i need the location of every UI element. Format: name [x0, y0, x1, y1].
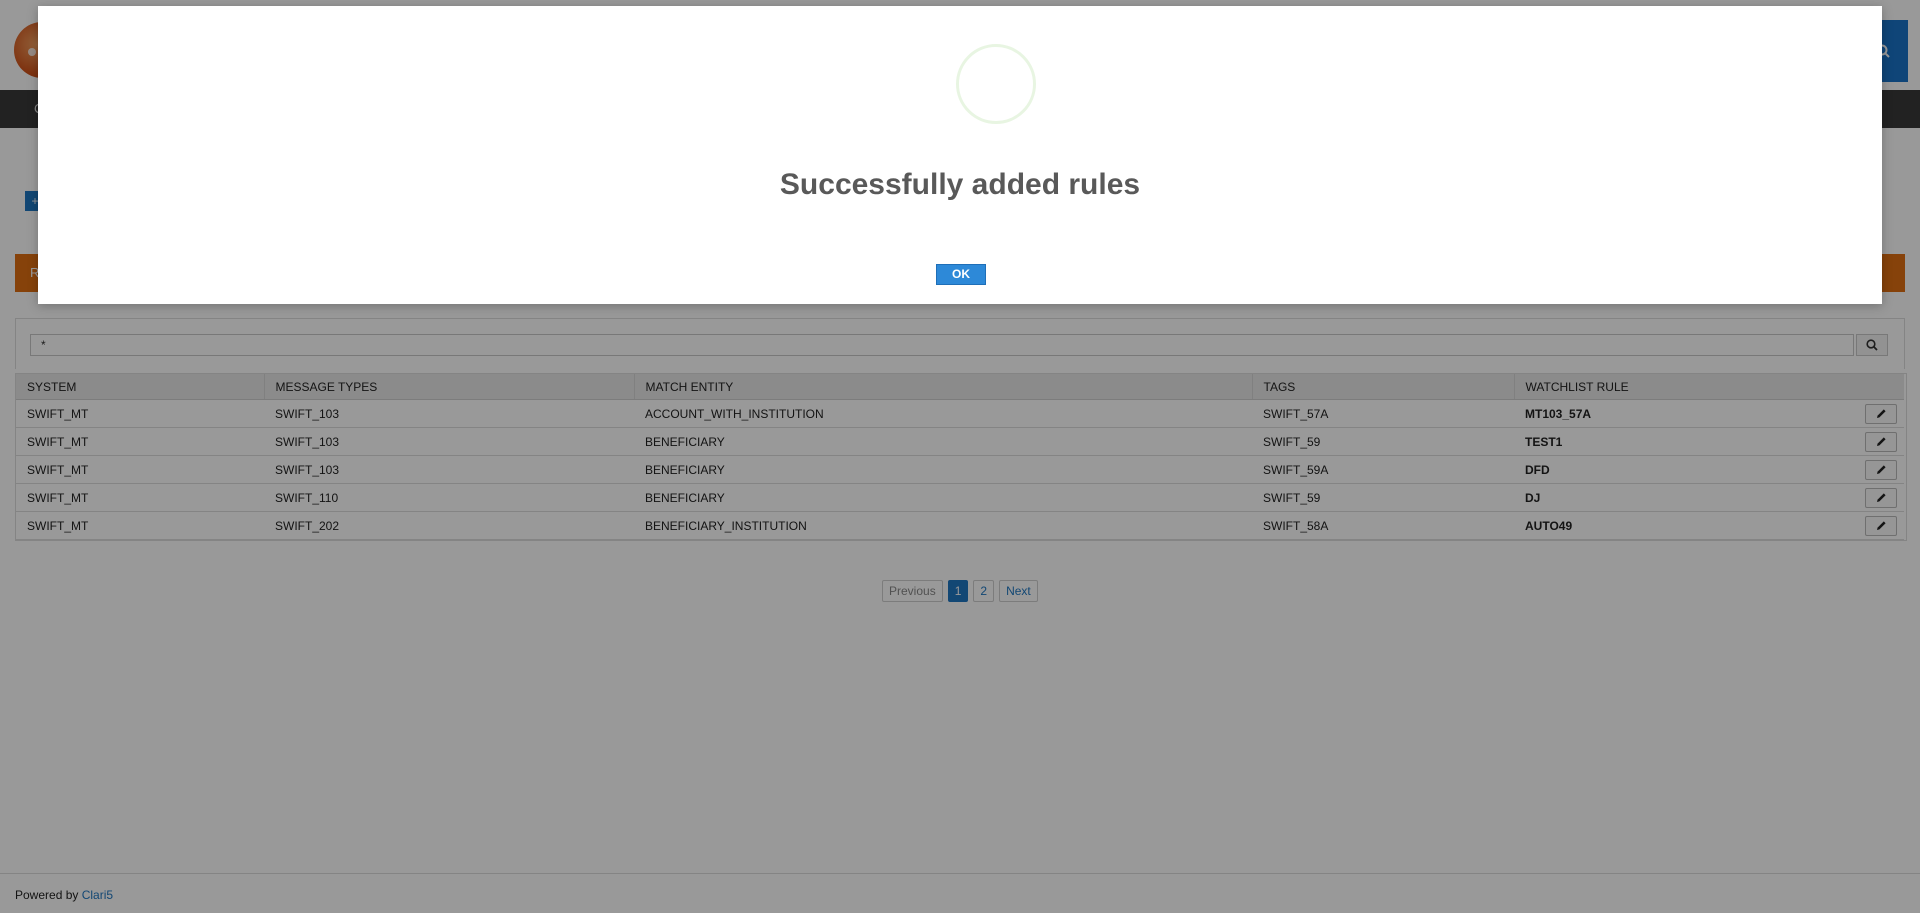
ok-button[interactable]: OK	[936, 264, 986, 285]
page: C + R SYSTEM MESSAGE TYPES MATCH ENTITY …	[0, 0, 1920, 913]
success-check-icon	[956, 44, 1036, 124]
dialog-title: Successfully added rules	[779, 168, 1141, 201]
success-dialog: Successfully added rules OK	[38, 6, 1882, 304]
